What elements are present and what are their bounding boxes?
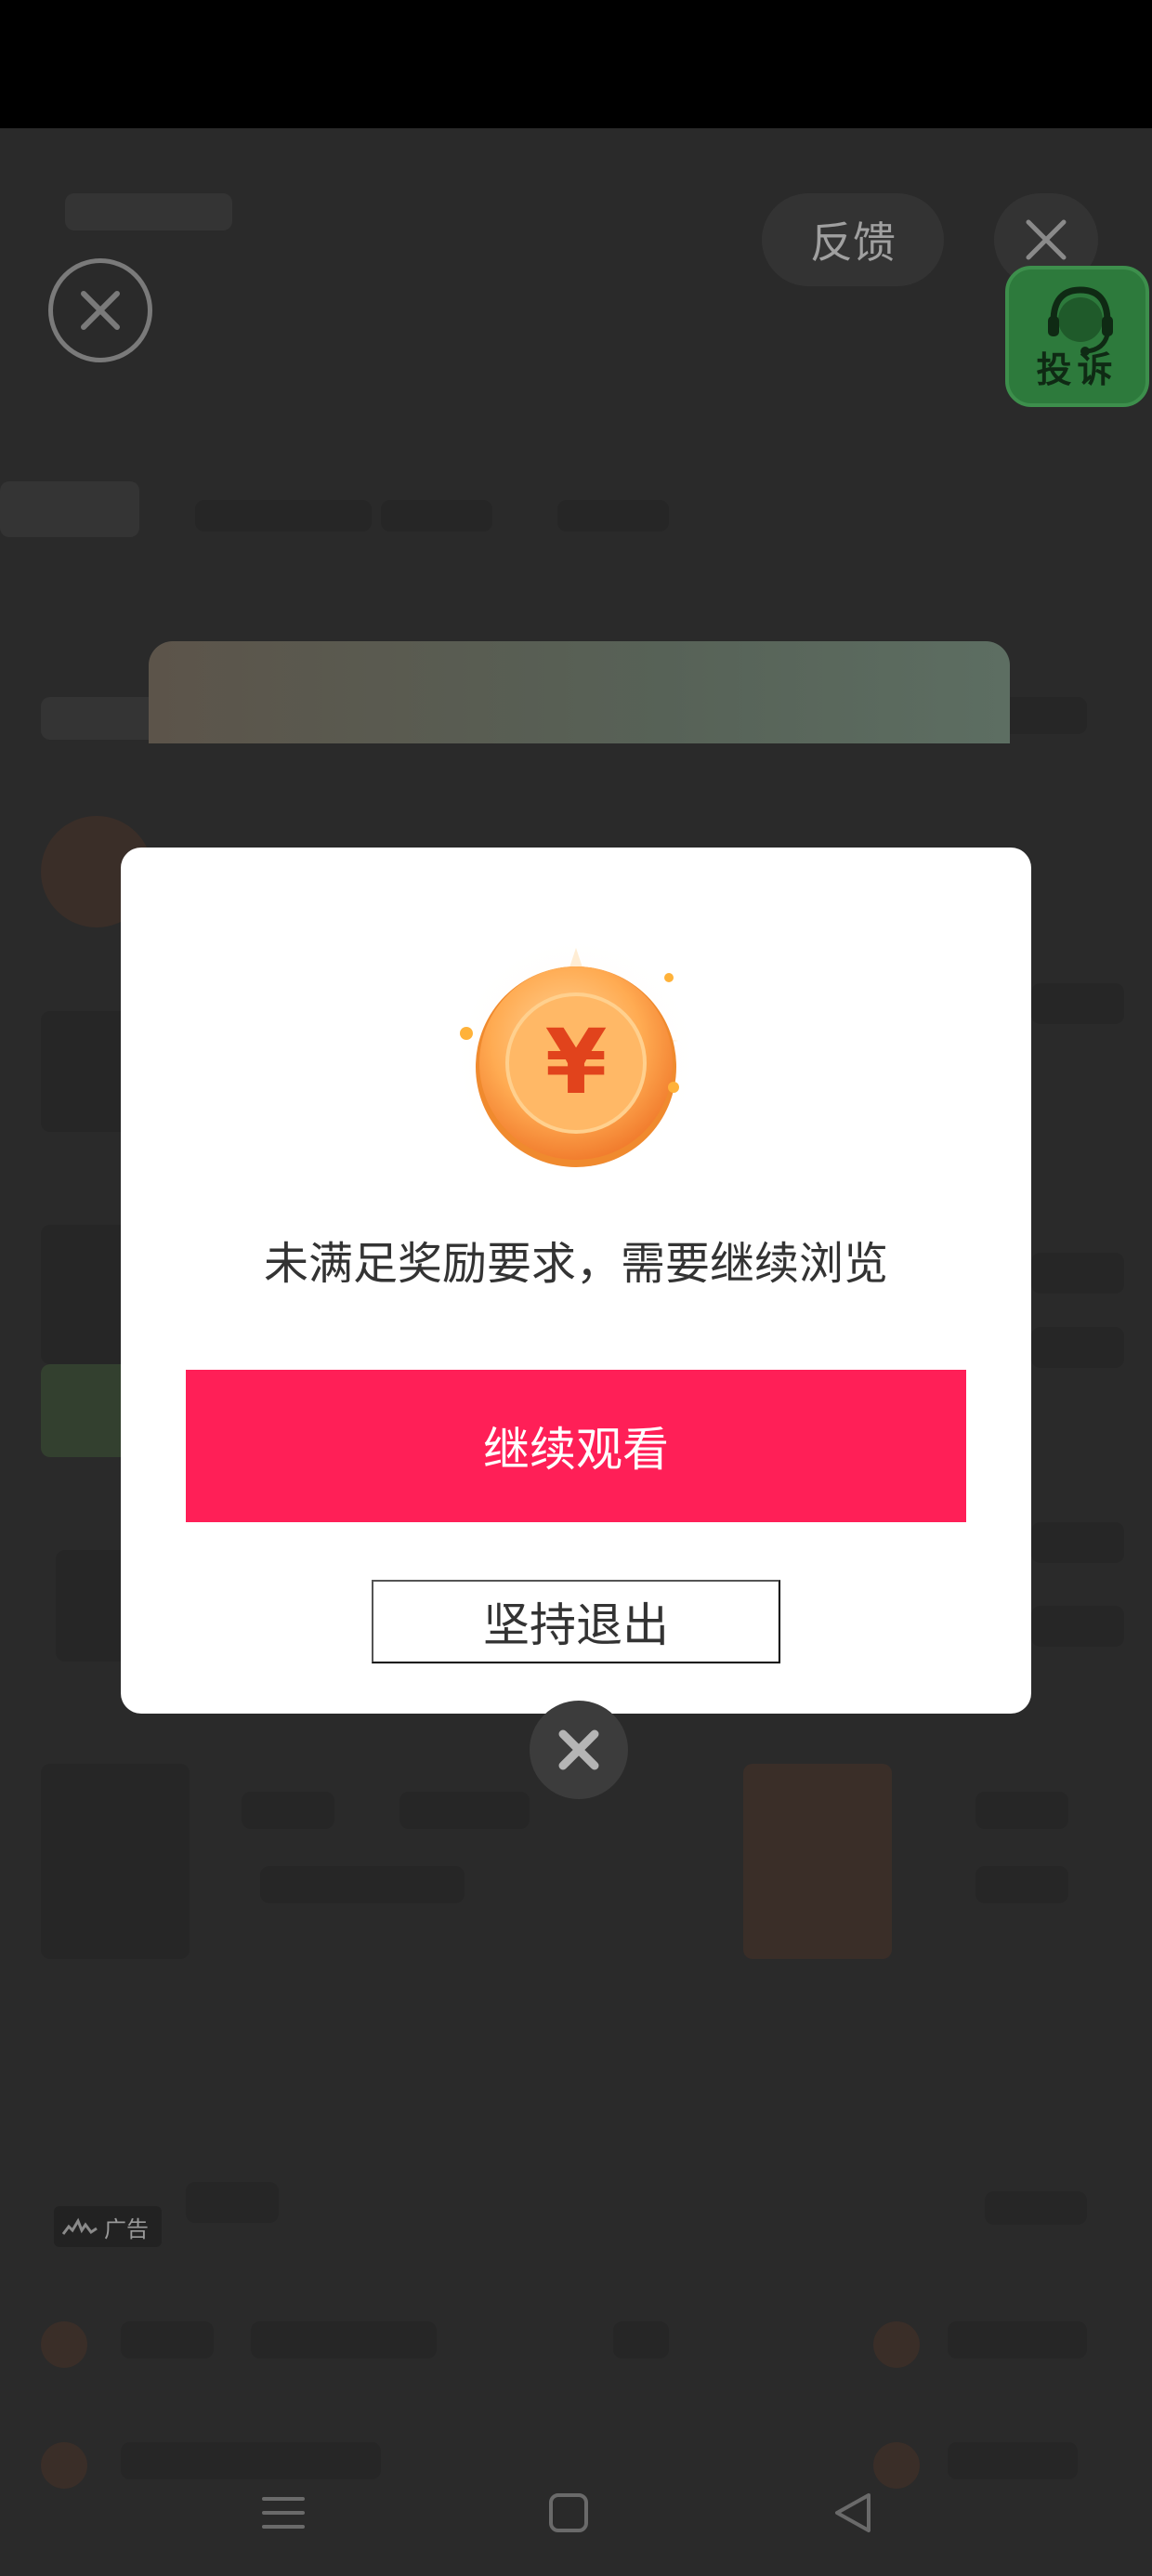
feedback-button[interactable]: 反馈 (762, 193, 944, 286)
status-bar (0, 0, 1152, 128)
ad-wave-icon (61, 2217, 98, 2235)
close-circle-icon[interactable] (530, 1701, 628, 1799)
dialog-message: 未满足奖励要求，需要继续浏览 (263, 1238, 888, 1290)
home-icon[interactable] (522, 2466, 615, 2559)
menu-icon[interactable] (237, 2466, 330, 2559)
navigation-bar (0, 2453, 1152, 2576)
ad-label: 广告 (104, 2215, 149, 2242)
continue-watching-button[interactable]: 继续观看 (186, 1370, 966, 1522)
background-card (149, 641, 1010, 743)
back-icon[interactable] (806, 2466, 899, 2559)
complaint-button[interactable]: 投诉 (1005, 266, 1149, 407)
complaint-label: 投诉 (1036, 349, 1119, 390)
close-circle-icon[interactable] (48, 258, 152, 362)
coin-symbol: ¥ (545, 1010, 608, 1114)
ad-tag: 广告 (54, 2206, 162, 2247)
exit-button[interactable]: 坚持退出 (372, 1580, 780, 1663)
coin-icon: ¥ (451, 934, 701, 1185)
